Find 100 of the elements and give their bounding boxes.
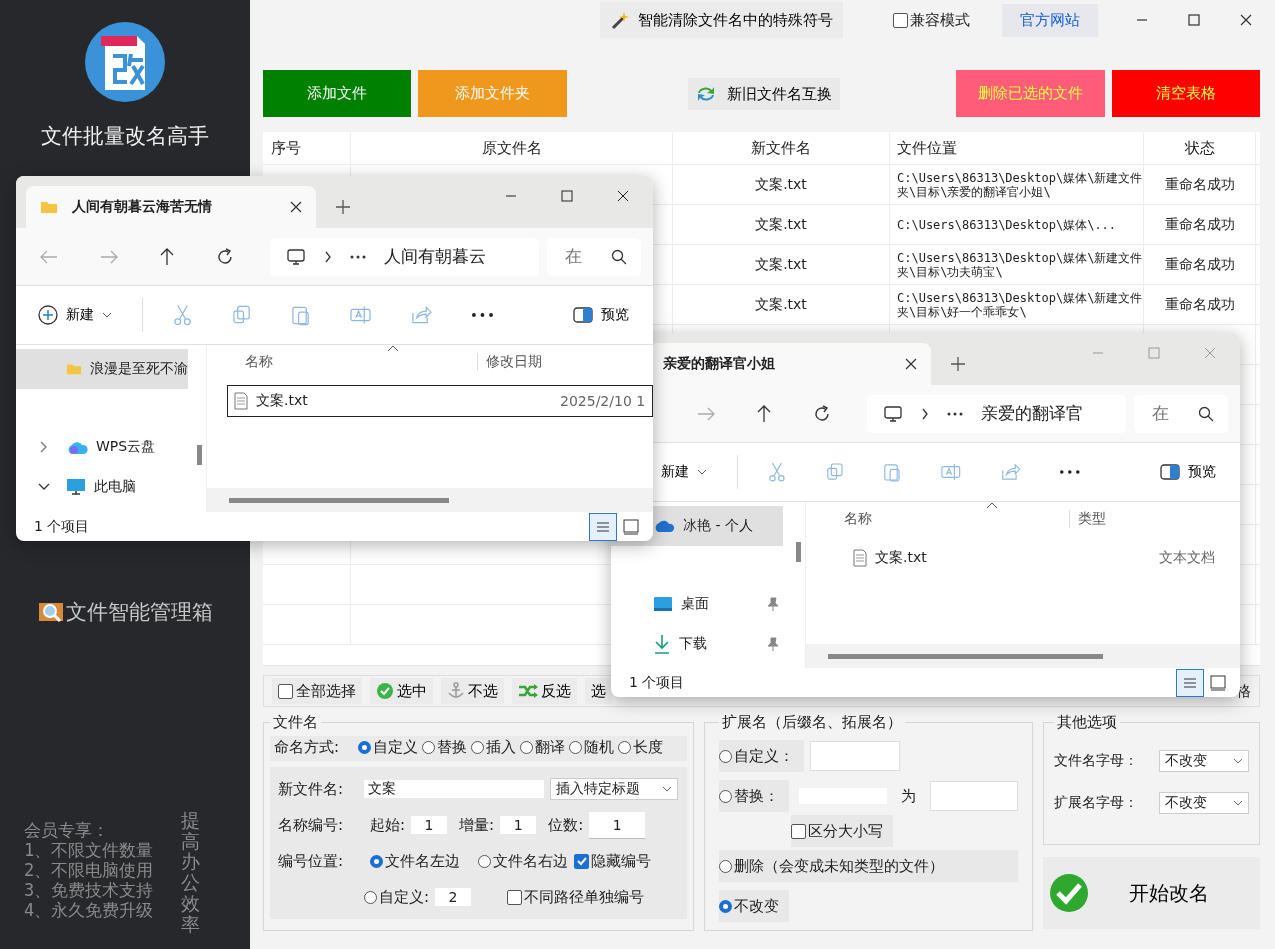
pin-icon[interactable]: [767, 637, 779, 651]
custom-extension-field[interactable]: [810, 741, 901, 771]
nav-item[interactable]: 下载: [611, 624, 783, 664]
share-icon[interactable]: [411, 305, 433, 325]
start-rename-button[interactable]: 开始改名: [1043, 857, 1260, 929]
forward-icon[interactable]: [100, 249, 118, 264]
column-header[interactable]: 名称: [245, 353, 478, 371]
custom-position-field[interactable]: 2: [435, 888, 472, 906]
file-row[interactable]: 文案.txt 2025/2/10 1: [227, 385, 653, 417]
selection-button[interactable]: 不选: [441, 678, 504, 704]
select-all-checkbox[interactable]: 全部选择: [272, 678, 362, 704]
number-field[interactable]: 1: [411, 816, 448, 834]
preview-button[interactable]: 预览: [573, 306, 629, 324]
paste-icon[interactable]: [883, 461, 902, 483]
back-icon[interactable]: [40, 249, 58, 264]
selection-button[interactable]: 反选: [512, 678, 577, 704]
close-icon[interactable]: [905, 358, 917, 370]
add-tab-icon[interactable]: [951, 357, 965, 371]
nav-item[interactable]: WPS云盘: [16, 427, 188, 467]
position-radio[interactable]: 自定义:: [364, 887, 430, 907]
close-icon[interactable]: [1240, 14, 1252, 26]
cut-icon[interactable]: [172, 304, 192, 326]
close-icon[interactable]: [290, 201, 302, 213]
cut-icon[interactable]: [767, 461, 786, 483]
up-arrow-icon[interactable]: [757, 404, 771, 423]
number-field[interactable]: 1: [589, 811, 646, 839]
sidebar-item[interactable]: 文件智能管理箱: [37, 598, 213, 626]
new-name-field[interactable]: 文案: [364, 780, 544, 798]
clean-symbols-button[interactable]: 智能清除文件名中的特殊符号: [600, 2, 843, 38]
compat-mode-checkbox[interactable]: 兼容模式: [893, 10, 970, 30]
chevron-down-icon: [662, 786, 672, 792]
refresh-icon[interactable]: [216, 247, 234, 266]
extension-radio[interactable]: 删除（会变成未知类型的文件）: [719, 850, 1019, 882]
maximize-icon[interactable]: [1188, 14, 1200, 26]
separate-numbering-checkbox[interactable]: 不同路径单独编号: [507, 887, 645, 907]
extension-radio[interactable]: 自定义：: [719, 740, 805, 772]
checkmark-icon: [575, 855, 588, 867]
action-button[interactable]: 清空表格: [1111, 70, 1260, 117]
number-field[interactable]: 1: [500, 816, 537, 834]
title-dropdown[interactable]: 插入特定标题: [550, 778, 678, 800]
forward-icon[interactable]: [697, 406, 715, 421]
case-sensitive-checkbox[interactable]: 区分大小写: [791, 815, 894, 847]
pin-icon[interactable]: [767, 597, 779, 611]
details-view-icon[interactable]: [589, 512, 617, 541]
letter-case-dropdown[interactable]: 不改变: [1159, 750, 1249, 772]
address-bar[interactable]: 亲爱的翻译官: [867, 394, 1126, 433]
hide-number-checkbox[interactable]: 隐藏编号: [574, 851, 651, 871]
maximize-icon[interactable]: [561, 190, 573, 202]
scrollbar-thumb[interactable]: [229, 497, 449, 503]
action-button[interactable]: 新旧文件名互换: [687, 78, 841, 110]
rename-icon[interactable]: [941, 462, 961, 482]
column-header[interactable]: 名称: [844, 510, 1070, 528]
address-bar[interactable]: 人间有朝暮云: [270, 237, 539, 276]
copy-icon[interactable]: [232, 305, 252, 325]
selection-button[interactable]: 选中: [370, 678, 433, 704]
add-tab-icon[interactable]: [336, 200, 350, 214]
preview-pane-icon: [1160, 464, 1180, 480]
scrollbar-thumb[interactable]: [197, 445, 202, 465]
file-row[interactable]: 文案.txt 文本文档: [826, 542, 1240, 574]
details-view-icon[interactable]: [1176, 668, 1204, 697]
position-radio[interactable]: 文件名右边: [478, 851, 568, 871]
mode-radio[interactable]: 随机: [569, 738, 614, 757]
scrollbar-thumb[interactable]: [796, 542, 801, 562]
more-icon[interactable]: [1060, 470, 1080, 474]
field-label: 名称编号:: [278, 815, 345, 835]
new-button[interactable]: 新建: [661, 463, 707, 481]
search-field[interactable]: 在: [547, 237, 641, 276]
rename-icon[interactable]: [350, 305, 372, 325]
nav-item[interactable]: 桌面: [611, 584, 783, 624]
position-radio[interactable]: 文件名左边: [370, 851, 460, 871]
paste-icon[interactable]: [291, 304, 311, 326]
mode-radio[interactable]: 翻译: [520, 738, 565, 757]
up-arrow-icon[interactable]: [160, 247, 174, 266]
share-icon[interactable]: [1000, 462, 1021, 482]
chevron-down-icon[interactable]: [38, 483, 50, 491]
more-icon[interactable]: [472, 313, 493, 317]
replace-to-field[interactable]: [930, 781, 1019, 811]
scrollbar-thumb[interactable]: [828, 653, 1103, 659]
column-header[interactable]: 类型: [1069, 510, 1240, 528]
action-button[interactable]: 添加文件: [263, 70, 412, 117]
selection-button[interactable]: 选: [585, 678, 612, 704]
mode-radio[interactable]: 插入: [471, 738, 516, 757]
chevron-right-icon: [324, 250, 332, 263]
nav-item[interactable]: 此电脑: [16, 467, 188, 507]
website-link[interactable]: 官方网站: [1002, 3, 1098, 37]
refresh-icon[interactable]: [813, 404, 831, 423]
copy-icon[interactable]: [825, 462, 844, 482]
mode-radio[interactable]: 长度: [618, 738, 663, 757]
search-field[interactable]: 在: [1134, 394, 1228, 433]
mode-radio[interactable]: 替换: [422, 738, 467, 757]
window-tab[interactable]: 人间有朝暮云海苦无情: [26, 186, 316, 228]
new-button[interactable]: 新建: [38, 305, 112, 325]
nav-item[interactable]: 浪漫是至死不渝: [16, 349, 188, 389]
extension-radio[interactable]: 不改变: [719, 890, 790, 922]
extension-radio[interactable]: 替换：: [719, 780, 790, 812]
preview-button[interactable]: 预览: [1160, 463, 1216, 481]
close-icon[interactable]: [617, 190, 629, 202]
chevron-right-icon[interactable]: [40, 441, 48, 453]
letter-case-dropdown[interactable]: 不改变: [1159, 792, 1249, 814]
mode-radio[interactable]: 自定义: [358, 738, 418, 757]
